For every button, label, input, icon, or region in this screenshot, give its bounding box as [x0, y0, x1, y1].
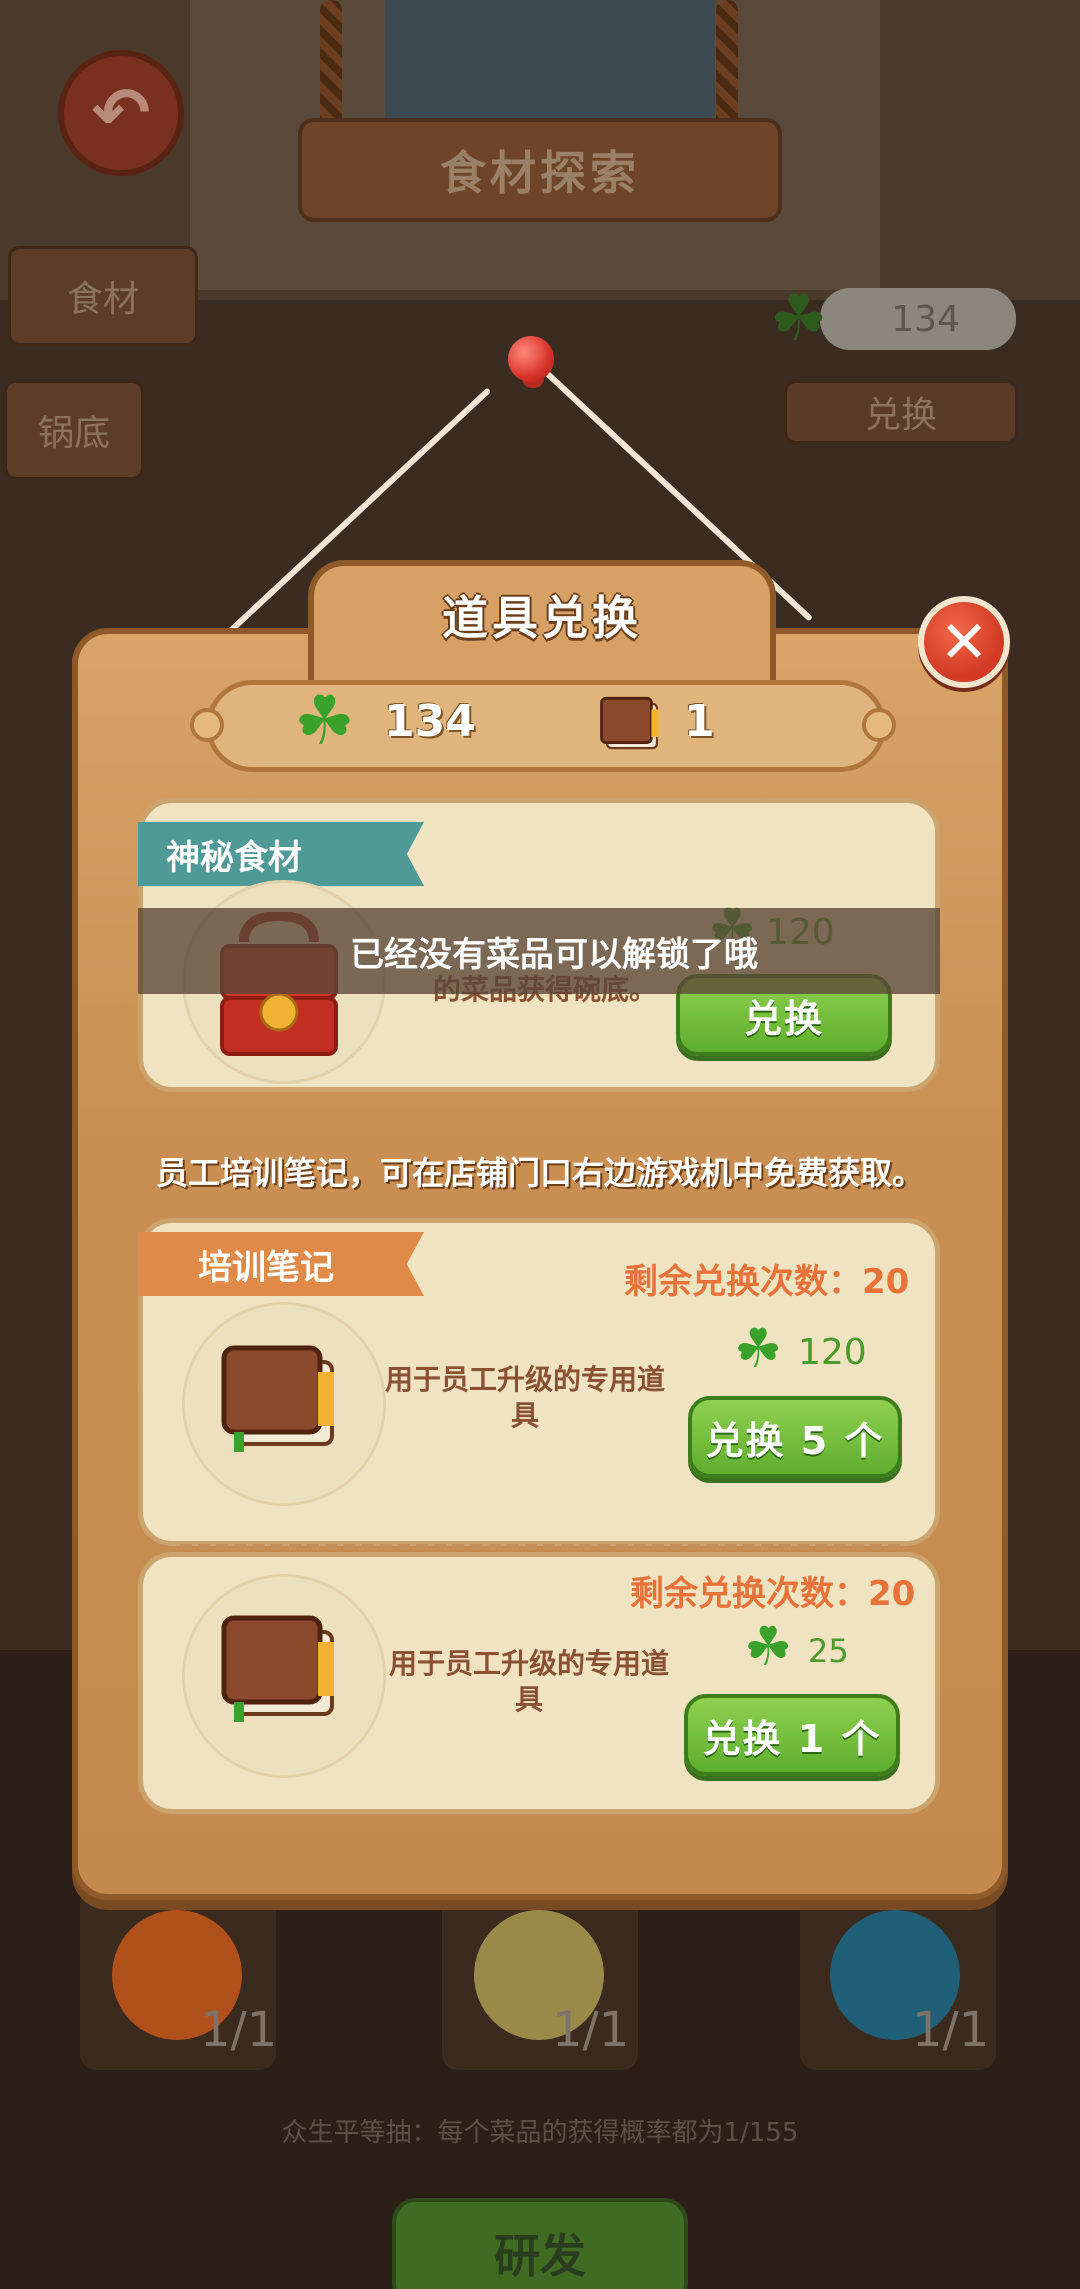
training-ribbon: 培训笔记 [138, 1232, 424, 1296]
close-icon: ✕ [939, 608, 989, 676]
training-description: 用于员工升级的专用道具 [388, 1647, 669, 1716]
back-arrow-icon: ↶ [91, 72, 151, 154]
toast-message: 已经没有菜品可以解锁了哦 [138, 908, 940, 994]
close-button[interactable]: ✕ [918, 596, 1010, 688]
draw-probability-hint: 众生平等抽：每个菜品的获得概率都为1/155 [281, 2118, 799, 2148]
mystery-ribbon: 神秘食材 [138, 822, 424, 886]
training-book-icon [221, 1615, 334, 1722]
dish-slot-count: 1/1 [552, 2002, 630, 2058]
pushpin-icon [508, 336, 554, 382]
training-description: 用于员工升级的专用道具 [384, 1363, 665, 1432]
dish-slot-count: 1/1 [912, 2002, 990, 2058]
bar-knob-right [862, 708, 896, 742]
remaining-count: 剩余兑换次数：20 [630, 1574, 916, 1614]
training-price: 120 [798, 1332, 867, 1373]
exchange-5-button[interactable]: 兑换 5 个 [688, 1396, 902, 1478]
training-book-icon [221, 1345, 334, 1452]
clover-icon: ☘ [770, 282, 828, 356]
training-note-info: 员工培训笔记，可在店铺门口右边游戏机中免费获取。 [155, 1154, 924, 1192]
tab-soup-base[interactable]: 锅底 [4, 380, 144, 480]
note-balance: 1 [684, 696, 715, 747]
tab-ingredients[interactable]: 食材 [8, 246, 198, 346]
training-price: 25 [808, 1632, 849, 1670]
bg-clover-counter: 134 [820, 288, 1016, 350]
clover-balance: 134 [384, 696, 476, 747]
remaining-count: 剩余兑换次数：20 [624, 1262, 910, 1302]
dish-slot-count: 1/1 [200, 2002, 278, 2058]
training-note-icon [600, 696, 660, 750]
page-title-sign: 食材探索 [298, 118, 782, 222]
kitchen-window [385, 0, 715, 130]
back-button[interactable]: ↶ [58, 50, 184, 176]
clover-icon: ☘ [744, 1615, 793, 1678]
research-button[interactable]: 研发 [392, 2198, 688, 2289]
modal-title: 道具兑换 [442, 591, 642, 645]
clover-icon: ☘ [734, 1317, 783, 1380]
exchange-1-button[interactable]: 兑换 1 个 [684, 1694, 900, 1776]
bg-exchange-button[interactable]: 兑换 [784, 380, 1018, 444]
card-divider [180, 1544, 900, 1550]
bar-knob-left [190, 708, 224, 742]
clover-icon: ☘ [294, 682, 355, 761]
